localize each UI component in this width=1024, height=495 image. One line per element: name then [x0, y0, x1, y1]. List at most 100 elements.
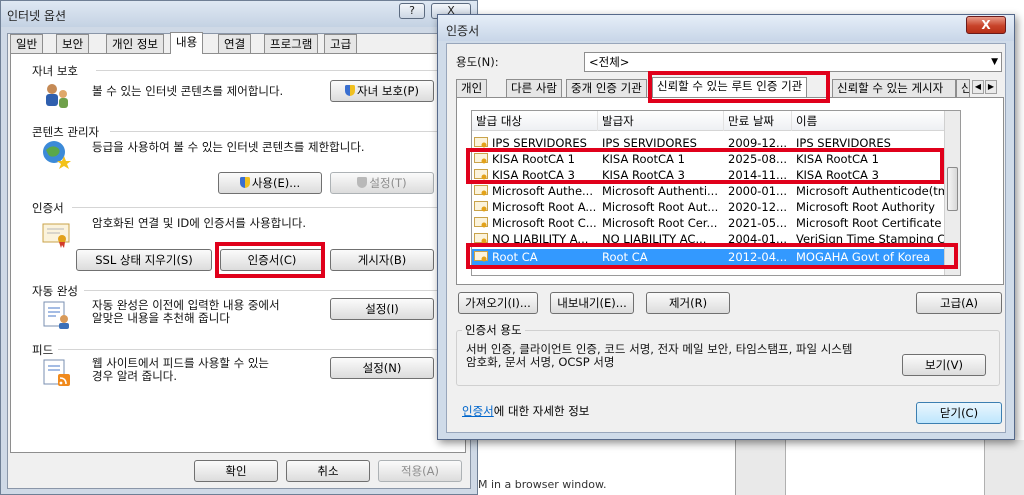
section-divider: [84, 290, 456, 291]
parental-controls-description: 볼 수 있는 인터넷 콘텐츠를 제어합니다.: [92, 84, 284, 98]
autocomplete-settings-button[interactable]: 설정(I): [330, 298, 434, 320]
cell-issued-to: KISA RootCA 3: [492, 168, 575, 182]
section-divider: [96, 70, 456, 71]
column-friendly-name[interactable]: 이름: [792, 111, 960, 131]
cell-friendly-name: Microsoft Authenticode(tm...: [796, 184, 944, 198]
list-scrollbar[interactable]: [944, 111, 960, 275]
tab-advanced[interactable]: 고급: [324, 34, 358, 53]
content-advisor-enable-button[interactable]: 사용(E)...: [218, 172, 322, 194]
certificate-row[interactable]: NO LIABILITY A... NO LIABILITY AC... 200…: [472, 231, 960, 247]
tab-general[interactable]: 일반: [10, 34, 44, 53]
cell-issuer: KISA RootCA 1: [602, 152, 685, 166]
clear-ssl-state-button[interactable]: SSL 상태 지우기(S): [76, 249, 212, 271]
tab-intermediate-ca[interactable]: 중개 인증 기관: [566, 79, 647, 97]
certificate-list: 발급 대상 발급자 만료 날짜 이름 IPS SERVIDORES IPS SE…: [471, 110, 961, 276]
cell-friendly-name: Microsoft Root Authority: [796, 200, 935, 214]
tab-trusted-publishers[interactable]: 신뢰할 수 있는 게시자: [832, 79, 956, 97]
tab-security[interactable]: 보안: [56, 34, 90, 53]
cell-expiration: 2004-01...: [728, 232, 788, 246]
column-expiration[interactable]: 만료 날짜: [724, 111, 792, 131]
certificates-button[interactable]: 인증서(C): [220, 249, 324, 271]
remove-button[interactable]: 제거(R): [646, 292, 730, 314]
feeds-description-1: 웹 사이트에서 피드를 사용할 수 있는: [92, 356, 269, 370]
certificate-row[interactable]: KISA RootCA 3 KISA RootCA 3 2014-11... K…: [472, 167, 960, 183]
certificate-row[interactable]: Microsoft Authe... Microsoft Authenti...…: [472, 183, 960, 199]
certificate-row-selected[interactable]: Root CA Root CA 2012-04... MOGAHA Govt o…: [472, 249, 960, 265]
learn-more-link[interactable]: 인증서: [462, 404, 494, 418]
certificate-row[interactable]: Microsoft Root C... Microsoft Root Cer..…: [472, 215, 960, 231]
advanced-button[interactable]: 고급(A): [916, 292, 1002, 314]
publishers-button[interactable]: 게시자(B): [330, 249, 434, 271]
section-divider: [72, 207, 456, 208]
purpose-label: 용도(N):: [456, 55, 499, 69]
cell-issued-to: Microsoft Root A...: [492, 200, 597, 214]
apply-button[interactable]: 적용(A): [378, 460, 462, 482]
certificate-info-text: 에 대한 자세한 정보: [493, 404, 590, 418]
parental-controls-icon: [40, 80, 72, 112]
tab-connections[interactable]: 연결: [218, 34, 252, 53]
view-button[interactable]: 보기(V): [902, 354, 986, 376]
certificate-row[interactable]: KISA RootCA 1 KISA RootCA 1 2025-08... K…: [472, 151, 960, 167]
cell-friendly-name: KISA RootCA 1: [796, 152, 879, 166]
tab-programs[interactable]: 프로그램: [264, 34, 319, 53]
certificate-icon: [474, 217, 488, 229]
tab-scroll-right-icon[interactable]: ▶: [985, 80, 997, 94]
certificate-row[interactable]: IPS SERVIDORES IPS SERVIDORES 2009-12...…: [472, 135, 960, 151]
tab-scroll-left-icon[interactable]: ◀: [972, 80, 984, 94]
cell-friendly-name: VeriSign Time Stamping CA: [796, 232, 944, 246]
cell-issuer: Root CA: [602, 250, 648, 264]
certificate-icon: [474, 201, 488, 213]
close-button[interactable]: X: [966, 16, 1006, 34]
content-advisor-description: 등급을 사용하여 볼 수 있는 인터넷 콘텐츠를 제한합니다.: [92, 140, 365, 154]
scrollbar-thumb[interactable]: [947, 167, 958, 211]
column-issuer[interactable]: 발급자: [598, 111, 724, 131]
tab-content[interactable]: 내용: [170, 32, 204, 54]
certificate-row[interactable]: Microsoft Root A... Microsoft Root Aut..…: [472, 199, 960, 215]
certificate-purposes-text-1: 서버 인증, 클라이언트 인증, 코드 서명, 전자 메일 보안, 타임스탬프,…: [466, 342, 853, 356]
cell-expiration: 2014-11...: [728, 168, 788, 182]
certificates-description: 암호화된 연결 및 ID에 인증서를 사용합니다.: [92, 216, 307, 230]
parental-controls-button-label: 자녀 보호(P): [357, 84, 419, 98]
tab-personal[interactable]: 개인: [456, 79, 488, 97]
cancel-button[interactable]: 취소: [286, 460, 370, 482]
tab-trusted-root-ca[interactable]: 신뢰할 수 있는 루트 인증 기관: [652, 77, 808, 98]
cell-issuer: KISA RootCA 3: [602, 168, 685, 182]
cell-friendly-name: IPS SERVIDORES: [796, 136, 891, 150]
background-status-text: M in a browser window.: [478, 478, 607, 491]
certificate-purposes-label: 인증서 용도: [462, 322, 525, 338]
import-button[interactable]: 가져오기(I)...: [458, 292, 538, 314]
autocomplete-description-2: 알맞은 내용을 추천해 줍니다: [92, 311, 230, 325]
shield-icon: [239, 177, 250, 188]
cell-issued-to: IPS SERVIDORES: [492, 136, 587, 150]
chevron-down-icon: ▼: [991, 57, 998, 67]
column-issued-to[interactable]: 발급 대상: [472, 111, 598, 131]
cell-expiration: 2020-12...: [728, 200, 788, 214]
certificate-icon: [474, 233, 488, 245]
content-advisor-settings-button[interactable]: 설정(T): [330, 172, 434, 194]
export-button[interactable]: 내보내기(E)...: [550, 292, 634, 314]
feeds-description-2: 경우 알려 줍니다.: [92, 369, 178, 383]
cell-expiration: 2009-12...: [728, 136, 788, 150]
certificate-info-link: 인증서에 대한 자세한 정보: [462, 403, 589, 419]
cell-expiration: 2021-05...: [728, 216, 788, 230]
purpose-dropdown[interactable]: <전체> ▼: [584, 52, 1002, 72]
cell-issued-to: Microsoft Root C...: [492, 216, 597, 230]
title-bar: 인터넷 옵션 ? X: [1, 1, 477, 27]
autocomplete-label: 자동 완성: [32, 284, 78, 298]
parental-controls-button[interactable]: 자녀 보호(P): [330, 80, 434, 102]
feeds-settings-button[interactable]: 설정(N): [330, 357, 434, 379]
purpose-value: <전체>: [589, 55, 630, 69]
cell-expiration: 2000-01...: [728, 184, 788, 198]
ok-button[interactable]: 확인: [194, 460, 278, 482]
cell-issuer: NO LIABILITY AC...: [602, 232, 707, 246]
cell-friendly-name: Microsoft Root Certificate ...: [796, 216, 944, 230]
content-advisor-icon: [40, 138, 72, 170]
tab-more[interactable]: 신: [956, 79, 970, 97]
certificate-icon: [40, 218, 72, 250]
tab-other-people[interactable]: 다른 사람: [506, 79, 562, 97]
window-title: 인증서: [446, 24, 480, 38]
help-button[interactable]: ?: [399, 3, 425, 19]
certificate-icon: [474, 137, 488, 149]
tab-privacy[interactable]: 개인 정보: [106, 34, 164, 53]
close-dialog-button[interactable]: 닫기(C): [916, 402, 1002, 424]
